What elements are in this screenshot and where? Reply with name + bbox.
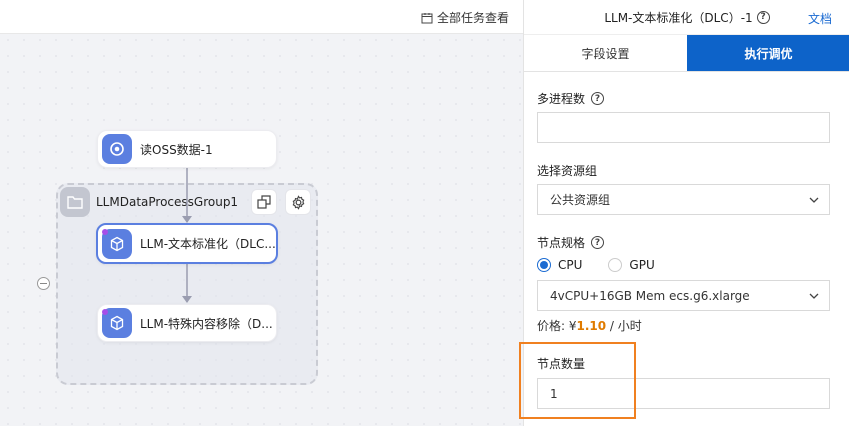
connectors — [182, 168, 192, 303]
panel-tabs: 字段设置 执行调优 — [524, 34, 849, 72]
price-prefix: 价格: ¥ — [537, 319, 577, 333]
resource-group-value: 公共资源组 — [550, 193, 611, 207]
help-icon[interactable]: ? — [591, 92, 605, 105]
node-label: 读OSS数据-1 — [140, 142, 213, 157]
oss-icon — [102, 134, 132, 164]
processes-label: 多进程数 — [537, 92, 586, 106]
panel-title: LLM-文本标准化（DLC）-1 — [604, 10, 753, 25]
gpu-radio[interactable] — [608, 258, 623, 272]
workflow-canvas[interactable]: 全部任务查看 LLMDataProcessGroup1 读OSS数据-1 LLM… — [0, 0, 523, 426]
status-dot — [102, 229, 108, 235]
doc-link[interactable]: 文档 — [808, 10, 832, 27]
help-icon[interactable]: ? — [591, 236, 605, 249]
node-read-oss[interactable]: 读OSS数据-1 — [97, 130, 277, 168]
node-spec-label: 节点规格 — [537, 236, 586, 250]
resource-group-label: 选择资源组 — [537, 164, 598, 178]
help-icon[interactable]: ? — [756, 10, 770, 24]
collapse-icon[interactable] — [37, 277, 50, 290]
node-spec-radios: CPU GPU — [537, 258, 655, 272]
cpu-radio[interactable] — [537, 258, 551, 272]
node-label: LLM-特殊内容移除（D... — [140, 316, 273, 331]
price-suffix: / 小时 — [606, 319, 642, 333]
tab-field-settings[interactable]: 字段设置 — [524, 35, 687, 71]
resource-group-select[interactable]: 公共资源组 — [537, 184, 830, 215]
node-special-content-removal[interactable]: LLM-特殊内容移除（D... — [97, 304, 277, 342]
node-text-normalize[interactable]: LLM-文本标准化（DLC... — [96, 223, 278, 264]
status-dot — [102, 309, 108, 315]
cpu-label: CPU — [558, 258, 583, 272]
price-text: 价格: ¥1.10 / 小时 — [537, 317, 642, 334]
processes-label-row: 多进程数 ? — [537, 90, 605, 107]
price-amount: 1.10 — [576, 319, 607, 333]
chevron-down-icon — [809, 293, 819, 299]
processes-input[interactable] — [537, 112, 830, 143]
highlight-box — [519, 342, 636, 419]
node-spec-value: 4vCPU+16GB Mem ecs.g6.xlarge — [550, 288, 750, 303]
gpu-label: GPU — [629, 258, 655, 272]
chevron-down-icon — [809, 197, 819, 203]
node-spec-select[interactable]: 4vCPU+16GB Mem ecs.g6.xlarge — [537, 280, 830, 311]
panel-header: LLM-文本标准化（DLC）-1 ? 文档 — [524, 0, 849, 34]
tab-execution-tuning[interactable]: 执行调优 — [687, 35, 849, 71]
node-spec-label-row: 节点规格 ? — [537, 234, 605, 251]
node-label: LLM-文本标准化（DLC... — [140, 237, 276, 251]
